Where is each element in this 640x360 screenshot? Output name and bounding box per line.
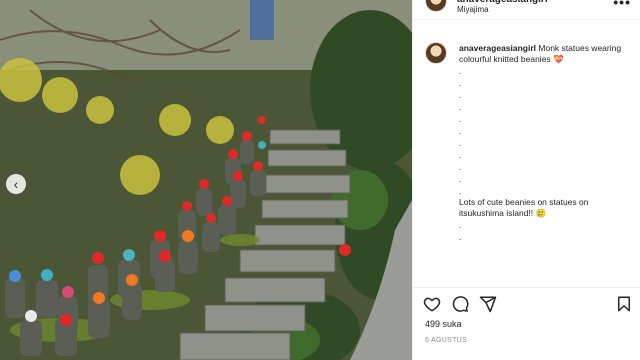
likes-count[interactable]: 499 suka <box>425 319 462 329</box>
photo-scene <box>0 0 412 360</box>
bookmark-icon[interactable] <box>615 295 633 313</box>
caption-dot: . <box>459 66 462 76</box>
caption-dot: . <box>459 162 462 172</box>
caption-dot: . <box>459 78 462 88</box>
caption-dot: . <box>459 174 462 184</box>
post-header: anaverageasiangirl Miyajima ••• <box>413 0 640 20</box>
caption-dot: . <box>459 138 462 148</box>
caption-line-2: Lots of cute beanies on statues on itsuk… <box>459 197 589 218</box>
post-location[interactable]: Miyajima <box>457 5 489 14</box>
caption-username[interactable]: anaverageasiangirl <box>459 43 536 53</box>
caption-dot: . <box>459 220 462 230</box>
more-options-icon[interactable]: ••• <box>613 0 631 10</box>
share-icon[interactable] <box>479 295 497 313</box>
caption-dot: . <box>459 114 462 124</box>
caption-dot: . <box>459 102 462 112</box>
avatar[interactable] <box>425 0 447 12</box>
comment-icon[interactable] <box>451 295 469 313</box>
caption-dot: . <box>459 126 462 136</box>
action-bar <box>413 287 640 315</box>
caption-avatar[interactable] <box>425 42 447 64</box>
caption-section: anaverageasiangirl Monk statues wearing … <box>413 38 640 286</box>
heart-icon[interactable] <box>423 295 441 313</box>
caption-dot: . <box>459 90 462 100</box>
chevron-left-icon: ‹ <box>13 176 19 192</box>
post-date: 6 AGUSTUS <box>425 337 467 344</box>
post-side-panel: anaverageasiangirl Miyajima ••• anaverag… <box>412 0 640 360</box>
post-photo[interactable]: ‹ <box>0 0 412 360</box>
caption-text: anaverageasiangirl Monk statues wearing … <box>459 43 631 243</box>
caption-dot: . <box>459 232 462 242</box>
caption-dot: . <box>459 186 462 196</box>
carousel-prev-button[interactable]: ‹ <box>6 174 26 194</box>
caption-dot: . <box>459 150 462 160</box>
